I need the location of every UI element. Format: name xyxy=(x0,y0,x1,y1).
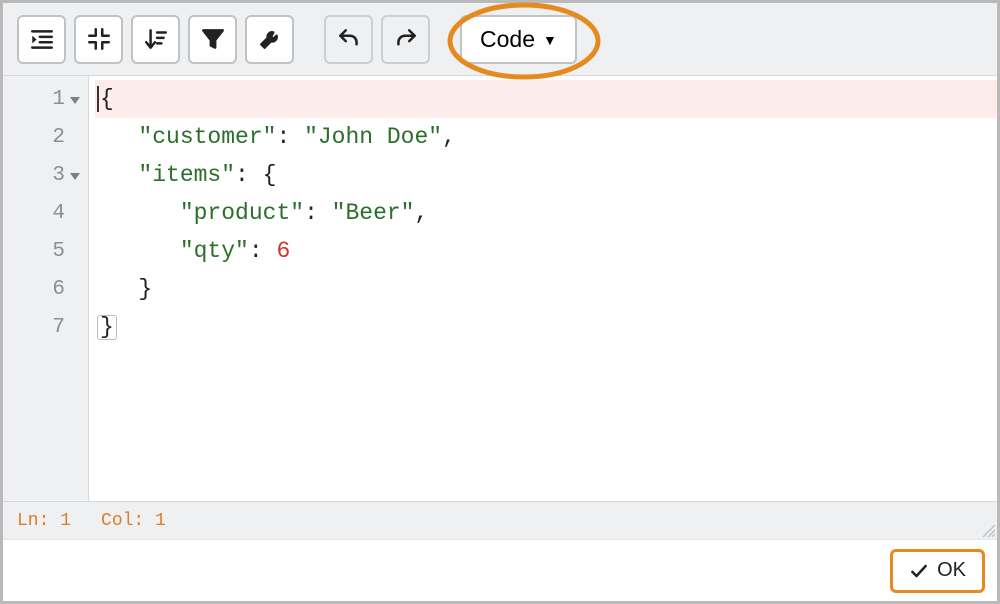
gutter-row[interactable]: 6 xyxy=(3,270,88,308)
dialog-footer: OK xyxy=(3,539,997,601)
code-content[interactable]: { "customer": "John Doe", "items": { "pr… xyxy=(89,76,997,501)
chevron-down-icon: ▼ xyxy=(543,32,557,48)
token-punc: } xyxy=(138,276,152,302)
line-number: 6 xyxy=(52,278,65,301)
gutter[interactable]: 1 2 3 4 5 6 7 xyxy=(3,76,89,501)
gutter-row[interactable]: 7 xyxy=(3,308,88,346)
token-punc: : xyxy=(304,200,332,226)
redo-button[interactable] xyxy=(381,15,430,64)
line-number: 3 xyxy=(52,164,65,187)
gutter-row[interactable]: 4 xyxy=(3,194,88,232)
code-line[interactable]: { xyxy=(95,80,997,118)
undo-button[interactable] xyxy=(324,15,373,64)
token-punc: : xyxy=(249,238,277,264)
ok-button-label: OK xyxy=(937,559,966,582)
token-key: "customer" xyxy=(138,124,276,150)
status-col: Col: 1 xyxy=(101,511,166,531)
code-line[interactable]: "qty": 6 xyxy=(95,232,997,270)
toolbar: Code ▼ xyxy=(3,3,997,76)
code-line[interactable]: } xyxy=(95,270,997,308)
token-key: "items" xyxy=(138,162,235,188)
mode-dropdown-label: Code xyxy=(480,26,535,53)
line-number: 7 xyxy=(52,316,65,339)
code-line[interactable]: "items": { xyxy=(95,156,997,194)
line-number: 4 xyxy=(52,202,65,225)
collapse-icon xyxy=(86,26,112,52)
code-line[interactable]: "product": "Beer", xyxy=(95,194,997,232)
filter-button[interactable] xyxy=(188,15,237,64)
redo-icon xyxy=(393,26,419,52)
text-cursor xyxy=(97,86,99,112)
matching-brace: } xyxy=(97,315,117,340)
line-number: 2 xyxy=(52,126,65,149)
mode-dropdown[interactable]: Code ▼ xyxy=(460,15,577,64)
status-bar: Ln: 1 Col: 1 xyxy=(3,501,997,539)
token-punc: : xyxy=(276,124,304,150)
code-line[interactable]: "customer": "John Doe", xyxy=(95,118,997,156)
gutter-row[interactable]: 2 xyxy=(3,118,88,156)
token-num: 6 xyxy=(276,238,290,264)
editor-dialog: Code ▼ 1 2 3 4 5 6 7 { "customer": "John Doe",… xyxy=(0,0,1000,604)
token-punc: : xyxy=(235,162,263,188)
code-line[interactable]: } xyxy=(95,308,997,346)
gutter-row[interactable]: 3 xyxy=(3,156,88,194)
check-icon xyxy=(909,561,929,581)
token-punc: { xyxy=(263,162,277,188)
settings-button[interactable] xyxy=(245,15,294,64)
indent-icon xyxy=(29,26,55,52)
collapse-button[interactable] xyxy=(74,15,123,64)
token-key: "qty" xyxy=(180,238,249,264)
token-punc: { xyxy=(100,86,114,112)
ok-button[interactable]: OK xyxy=(890,549,985,593)
indent-button[interactable] xyxy=(17,15,66,64)
filter-icon xyxy=(200,26,226,52)
sort-button[interactable] xyxy=(131,15,180,64)
fold-toggle-icon[interactable] xyxy=(70,173,80,180)
status-line: Ln: 1 xyxy=(17,511,71,531)
line-number: 1 xyxy=(52,88,65,111)
fold-toggle-icon[interactable] xyxy=(70,97,80,104)
token-punc: , xyxy=(415,200,429,226)
token-key: "product" xyxy=(180,200,304,226)
token-str: "Beer" xyxy=(332,200,415,226)
mode-dropdown-wrap: Code ▼ xyxy=(460,15,577,64)
sort-icon xyxy=(143,26,169,52)
resize-grip[interactable] xyxy=(979,521,995,537)
token-punc: , xyxy=(442,124,456,150)
wrench-icon xyxy=(257,26,283,52)
code-area: 1 2 3 4 5 6 7 { "customer": "John Doe", "items… xyxy=(3,76,997,501)
code-editor[interactable]: 1 2 3 4 5 6 7 { "customer": "John Doe", "items… xyxy=(3,76,997,539)
gutter-row[interactable]: 1 xyxy=(3,80,88,118)
token-str: "John Doe" xyxy=(304,124,442,150)
undo-icon xyxy=(336,26,362,52)
line-number: 5 xyxy=(52,240,65,263)
gutter-row[interactable]: 5 xyxy=(3,232,88,270)
